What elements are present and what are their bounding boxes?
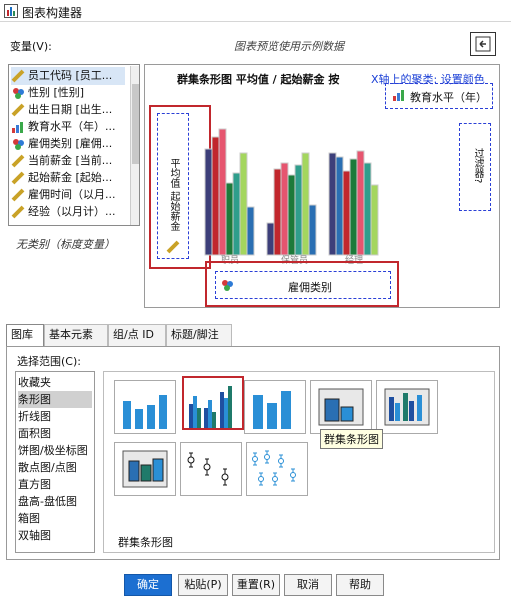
window-title: 图表构建器	[22, 6, 83, 20]
chart-type-item[interactable]: 饼图/极坐标图	[18, 442, 92, 459]
variable-label: 员工代码 [员工...	[28, 69, 113, 82]
chart-canvas[interactable]: 群集条形图 平均值 / 起始薪金 按 X轴上的聚类: 设置颜色 教育水平（年） …	[144, 64, 500, 308]
cluster-custodial	[266, 152, 317, 256]
chart-preview-title: 群集条形图 平均值 / 起始薪金 按	[177, 73, 340, 86]
variable-item[interactable]: 出生日期 [出生...	[11, 101, 125, 119]
ruler-icon	[166, 240, 180, 257]
chart-type-item[interactable]: 盘高-盘低图	[18, 493, 92, 510]
cluster-manager	[328, 150, 379, 256]
variable-label: 当前薪金 [当前...	[28, 154, 113, 167]
variable-item[interactable]: 雇佣类别 [雇佣...	[11, 135, 125, 153]
variable-label: 出生日期 [出生...	[28, 103, 113, 116]
3d-bar-thumbnail[interactable]	[310, 380, 372, 434]
cluster-clerical	[204, 128, 255, 256]
thumbnail-caption: 群集条形图	[118, 536, 173, 549]
ruler-icon	[11, 103, 25, 117]
reset-arrow-icon	[475, 36, 491, 52]
3d-clustered-bar-thumbnail[interactable]	[376, 380, 438, 434]
paste-button[interactable]: 粘贴(P)	[178, 574, 228, 596]
chart-type-item[interactable]: 折线图	[18, 408, 92, 425]
nominal-icon	[220, 278, 234, 295]
3d-block-thumbnail[interactable]	[114, 442, 176, 496]
variable-list-scrollbar[interactable]	[130, 66, 139, 225]
tab-titles-footnotes[interactable]: 标题/脚注	[166, 324, 232, 346]
chart-type-item[interactable]: 收藏夹	[18, 374, 92, 391]
chart-type-item[interactable]: 散点图/点图	[18, 459, 92, 476]
legend-label: 教育水平（年）	[410, 91, 487, 104]
clustered-bar-preview	[204, 128, 379, 256]
ok-button[interactable]: 确定	[124, 574, 172, 596]
variable-label: 雇佣时间（以月...	[28, 188, 116, 201]
variable-label: 经验（以月计）...	[28, 205, 116, 218]
filter-label: 过滤器?	[472, 148, 483, 184]
tab-basic-elements[interactable]: 基本元素	[44, 324, 108, 346]
y-axis-label: 平均值 起始薪金	[168, 158, 179, 232]
x-axis-variable-label: 雇佣类别	[288, 281, 332, 294]
filter-drop-zone[interactable]: 过滤器?	[459, 123, 491, 211]
reset-button[interactable]: 重置(R)	[232, 574, 280, 596]
ruler-icon	[11, 154, 25, 168]
tab-gallery[interactable]: 图库	[6, 324, 44, 346]
cancel-button[interactable]: 取消	[284, 574, 332, 596]
chart-type-item[interactable]: 直方图	[18, 476, 92, 493]
legend-drop-zone[interactable]: 教育水平（年）	[385, 83, 493, 109]
clustered-bar-thumbnail[interactable]	[182, 376, 244, 430]
x-axis-drop-inner[interactable]: 雇佣类别	[215, 271, 391, 299]
variable-item[interactable]: 教育水平（年）...	[11, 118, 125, 136]
variable-item[interactable]: 员工代码 [员工...	[11, 67, 125, 85]
ruler-icon	[11, 205, 25, 219]
chart-type-item[interactable]: 箱图	[18, 510, 92, 527]
variable-label: 教育水平（年）...	[28, 120, 116, 133]
ordinal-icon	[11, 120, 25, 134]
scrollbar-thumb[interactable]	[132, 84, 139, 164]
error-bar-thumbnail[interactable]	[180, 442, 242, 496]
clustered-error-bar-thumbnail[interactable]	[246, 442, 308, 496]
y-axis-drop-zone[interactable]: 平均值 起始薪金	[149, 105, 211, 269]
variable-item[interactable]: 起始薪金 [起始...	[11, 169, 125, 187]
gallery-panel: 选择范围(C): 收藏夹 条形图 折线图 面积图 饼图/极坐标图 散点图/点图 …	[6, 346, 500, 560]
title-bar: 图表构建器	[0, 0, 511, 22]
nominal-icon	[11, 137, 25, 151]
nominal-icon	[11, 86, 25, 100]
variable-label: 雇佣类别 [雇佣...	[28, 137, 113, 150]
variable-item[interactable]: 性别 [性别]	[11, 84, 125, 102]
variable-item[interactable]: 经验（以月计）...	[11, 203, 125, 221]
preview-note: 图表预览使用示例数据	[234, 40, 344, 53]
ordinal-icon	[392, 88, 406, 105]
chart-type-item[interactable]: 面积图	[18, 425, 92, 442]
simple-bar-thumbnail[interactable]	[114, 380, 176, 434]
ruler-icon	[11, 171, 25, 185]
scope-label: 选择范围(C):	[17, 355, 81, 368]
variable-note: 无类别（标度变量）	[16, 238, 115, 251]
x-axis-drop-zone[interactable]: 雇佣类别	[205, 261, 399, 307]
variable-item[interactable]: 当前薪金 [当前...	[11, 152, 125, 170]
chart-type-list[interactable]: 收藏夹 条形图 折线图 面积图 饼图/极坐标图 散点图/点图 直方图 盘高-盘低…	[15, 371, 95, 553]
help-button[interactable]: 帮助	[336, 574, 384, 596]
variable-item[interactable]: 雇佣时间（以月...	[11, 186, 125, 204]
variable-list[interactable]: 员工代码 [员工... 性别 [性别] 出生日期 [出生... 教育水平（年）.…	[8, 64, 140, 226]
ruler-icon	[11, 69, 25, 83]
tab-strip: 图库 基本元素 组/点 ID 标题/脚注	[6, 324, 500, 346]
chart-type-item[interactable]: 双轴图	[18, 527, 92, 544]
chart-type-item[interactable]: 条形图	[18, 391, 92, 408]
reset-preview-button[interactable]	[470, 32, 496, 56]
tab-group-point-id[interactable]: 组/点 ID	[108, 324, 166, 346]
stacked-bar-thumbnail[interactable]	[244, 380, 306, 434]
chart-builder-icon	[4, 4, 18, 18]
gallery-thumbnails: 群集条形图 群集条形图	[103, 371, 495, 553]
variables-label: 变量(V):	[10, 40, 52, 53]
variable-label: 起始薪金 [起始...	[28, 171, 113, 184]
variable-label: 性别 [性别]	[28, 86, 85, 99]
ruler-icon	[11, 188, 25, 202]
thumbnail-tooltip: 群集条形图	[320, 429, 383, 449]
y-axis-drop-inner[interactable]: 平均值 起始薪金	[157, 113, 189, 259]
